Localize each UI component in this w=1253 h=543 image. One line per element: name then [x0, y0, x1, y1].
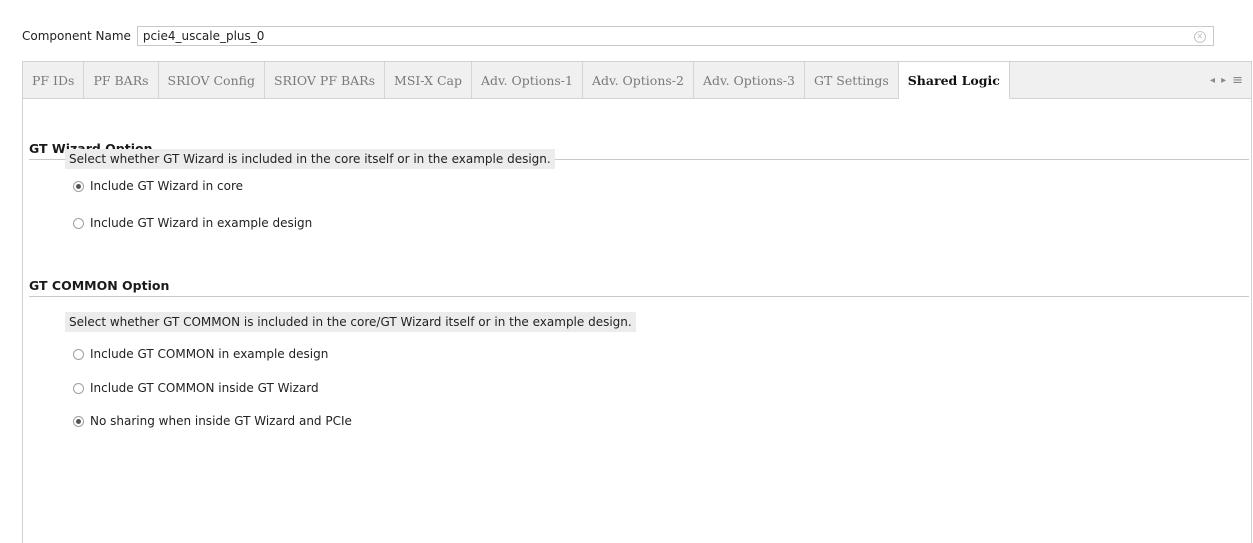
chevron-right-icon[interactable]: ▸ — [1221, 75, 1226, 86]
tab-msix-cap[interactable]: MSI-X Cap — [385, 62, 472, 98]
radio-button-checked[interactable] — [73, 415, 84, 427]
tab-adv-options-1[interactable]: Adv. Options-1 — [472, 62, 583, 98]
radio-button[interactable] — [73, 348, 84, 360]
tab-pf-ids[interactable]: PF IDs — [23, 62, 85, 98]
gt-common-option-example[interactable]: Include GT COMMON in example design — [73, 344, 328, 364]
gt-common-section-title: GT COMMON Option — [29, 274, 1249, 297]
gt-wizard-option-core[interactable]: Include GT Wizard in core — [73, 176, 243, 196]
tab-sriov-config[interactable]: SRIOV Config — [159, 62, 265, 98]
gt-wizard-option-example[interactable]: Include GT Wizard in example design — [73, 213, 312, 233]
component-name-value: pcie4_uscale_plus_0 — [142, 29, 265, 43]
config-panel: PF IDs PF BARs SRIOV Config SRIOV PF BAR… — [22, 61, 1252, 543]
clear-icon[interactable]: ✕ — [1193, 31, 1206, 43]
menu-icon[interactable]: ≡ — [1232, 73, 1243, 88]
tab-adv-options-2[interactable]: Adv. Options-2 — [583, 62, 694, 98]
tab-bar: PF IDs PF BARs SRIOV Config SRIOV PF BAR… — [23, 62, 1251, 99]
radio-button-checked[interactable] — [73, 180, 84, 192]
component-name-input[interactable]: pcie4_uscale_plus_0 ✕ — [136, 26, 1214, 46]
component-name-row: Component Name pcie4_uscale_plus_0 ✕ — [22, 25, 1252, 47]
radio-button[interactable] — [73, 382, 84, 394]
tab-sriov-pf-bars[interactable]: SRIOV PF BARs — [265, 62, 386, 98]
gt-wizard-description: Select whether GT Wizard is included in … — [65, 149, 555, 169]
component-name-label: Component Name — [22, 29, 131, 43]
tab-scroll-controls: ◂ ▸ ≡ — [1202, 62, 1251, 98]
gt-common-option-inside-wizard[interactable]: Include GT COMMON inside GT Wizard — [73, 378, 319, 398]
chevron-left-icon[interactable]: ◂ — [1210, 75, 1215, 86]
gt-common-option-no-sharing[interactable]: No sharing when inside GT Wizard and PCI… — [73, 411, 352, 431]
tab-shared-logic[interactable]: Shared Logic — [898, 62, 1010, 99]
radio-button[interactable] — [73, 217, 84, 229]
tab-adv-options-3[interactable]: Adv. Options-3 — [694, 62, 805, 98]
gt-common-description: Select whether GT COMMON is included in … — [65, 312, 636, 332]
tab-pf-bars[interactable]: PF BARs — [84, 62, 159, 98]
tab-gt-settings[interactable]: GT Settings — [805, 62, 899, 98]
